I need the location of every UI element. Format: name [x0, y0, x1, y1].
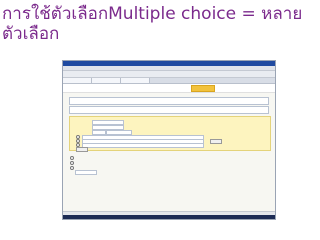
preview-radio-3[interactable] — [70, 166, 74, 170]
save-button[interactable] — [191, 85, 215, 92]
form-description-box[interactable] — [69, 106, 269, 114]
slide-title-line2: ตัวเลือก — [2, 24, 60, 44]
browser-tab-3[interactable] — [121, 78, 150, 83]
os-taskbar[interactable] — [63, 215, 275, 219]
option-field-3[interactable] — [82, 143, 204, 148]
preview-other-field[interactable] — [75, 170, 97, 175]
preview-radio-2[interactable] — [70, 161, 74, 165]
form-title-box[interactable] — [69, 97, 269, 105]
question-preview — [69, 153, 99, 177]
slide-title: การใช้ตัวเลือกMultiple choice = หลาย ตัว… — [2, 4, 318, 44]
form-editor-header — [63, 84, 275, 93]
slide-title-line1: การใช้ตัวเลือกMultiple choice = หลาย — [2, 4, 303, 24]
preview-radio-1[interactable] — [70, 156, 74, 160]
done-button[interactable] — [210, 139, 222, 144]
question-editor-panel — [69, 116, 271, 152]
embedded-screenshot — [62, 60, 276, 220]
browser-tab-2[interactable] — [92, 78, 121, 83]
required-checkbox[interactable] — [76, 147, 88, 152]
browser-toolbar[interactable] — [63, 71, 275, 78]
browser-tab-1[interactable] — [63, 78, 92, 83]
